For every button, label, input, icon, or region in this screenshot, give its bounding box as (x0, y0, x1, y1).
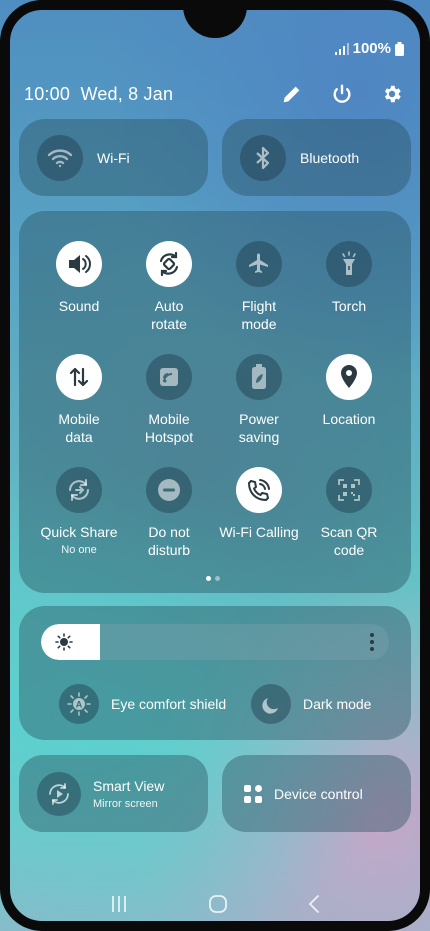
moon-icon (251, 684, 291, 724)
auto-rotate-icon (146, 241, 192, 287)
recent-apps-icon[interactable] (109, 895, 129, 913)
tile-mobile-data[interactable]: Mobile data (30, 354, 128, 446)
quick-settings-grid: Sound Auto rotate Flight mode Torch Mobi… (19, 211, 411, 593)
battery-percent: 100% (352, 40, 391, 57)
edit-icon[interactable] (280, 82, 304, 106)
device-control-icon (244, 784, 262, 803)
tile-do-not-disturb-label: Do not disturb (147, 524, 191, 558)
signal-icon (334, 42, 349, 55)
back-icon[interactable] (307, 894, 321, 914)
tile-sound[interactable]: Sound (30, 241, 128, 315)
page-dot-2 (215, 576, 220, 581)
tile-sound-label: Sound (58, 298, 100, 314)
tile-mobile-hotspot[interactable]: Mobile Hotspot (120, 354, 218, 446)
status-bar: 100% (334, 40, 404, 57)
smart-view-subtitle: Mirror screen (93, 797, 158, 810)
device-control-button[interactable]: Device control (222, 755, 411, 832)
power-icon[interactable] (330, 82, 354, 106)
bluetooth-toggle[interactable]: Bluetooth (222, 119, 411, 196)
eye-comfort-toggle[interactable]: A Eye comfort shield (59, 684, 226, 724)
more-options-icon[interactable] (369, 632, 375, 652)
qr-scan-icon (326, 467, 372, 513)
tile-torch-label: Torch (331, 298, 367, 314)
wifi-calling-icon (236, 467, 282, 513)
smart-view-icon (37, 771, 81, 816)
hotspot-icon (146, 354, 192, 400)
tile-flight-mode[interactable]: Flight mode (210, 241, 308, 333)
tile-wifi-calling-label: Wi-Fi Calling (219, 524, 299, 540)
eye-comfort-label: Eye comfort shield (111, 696, 227, 712)
brightness-panel: A Eye comfort shield Dark mode (19, 606, 411, 740)
battery-icon (395, 41, 404, 56)
do-not-disturb-icon (146, 467, 192, 513)
tile-auto-rotate-label: Auto rotate (151, 298, 187, 332)
wifi-toggle[interactable]: Wi-Fi (19, 119, 208, 196)
tile-power-saving[interactable]: Power saving (210, 354, 308, 446)
tile-location-label: Location (322, 411, 376, 427)
wifi-label: Wi-Fi (97, 149, 130, 166)
tile-quick-share-sub: No one (61, 544, 97, 556)
smart-view-button[interactable]: Smart View Mirror screen (19, 755, 208, 832)
airplane-icon (236, 241, 282, 287)
page-indicator (206, 576, 220, 581)
wifi-icon (37, 134, 83, 181)
location-pin-icon (326, 354, 372, 400)
sound-icon (56, 241, 102, 287)
tile-mobile-data-label: Mobile data (58, 411, 100, 445)
battery-leaf-icon (236, 354, 282, 400)
camera-notch (183, 0, 247, 38)
dark-mode-toggle[interactable]: Dark mode (251, 684, 371, 724)
tile-quick-share-label: Quick Share (40, 524, 118, 540)
tile-scan-qr-label: Scan QR code (320, 524, 378, 558)
brightness-slider[interactable] (41, 624, 389, 660)
eye-comfort-icon: A (59, 684, 99, 724)
bluetooth-label: Bluetooth (300, 149, 360, 166)
svg-text:A: A (76, 700, 83, 710)
header-row: 10:00 Wed, 8 Jan (24, 80, 404, 108)
brightness-sun-icon (55, 633, 73, 651)
tile-torch[interactable]: Torch (300, 241, 398, 315)
tile-wifi-calling[interactable]: Wi-Fi Calling (210, 467, 308, 541)
tile-quick-share[interactable]: Quick Share No one (30, 467, 128, 557)
tile-do-not-disturb[interactable]: Do not disturb (120, 467, 218, 559)
home-icon[interactable] (208, 894, 228, 914)
quick-share-icon (56, 467, 102, 513)
page-dot-1 (206, 576, 211, 581)
device-control-label: Device control (274, 785, 363, 802)
tile-mobile-hotspot-label: Mobile Hotspot (144, 411, 194, 445)
smart-view-title: Smart View (93, 777, 165, 794)
mobile-data-icon (56, 354, 102, 400)
tile-flight-mode-label: Flight mode (241, 298, 277, 332)
navigation-bar (0, 886, 430, 922)
clock-date-text: Wed, 8 Jan (80, 83, 174, 104)
tile-auto-rotate[interactable]: Auto rotate (120, 241, 218, 333)
settings-gear-icon[interactable] (380, 82, 404, 106)
clock-time: 10:00 (24, 83, 71, 104)
dark-mode-label: Dark mode (303, 696, 372, 712)
clock-date: 10:00 Wed, 8 Jan (24, 84, 173, 105)
tile-power-saving-label: Power saving (238, 411, 280, 445)
tile-location[interactable]: Location (300, 354, 398, 428)
bluetooth-icon (240, 134, 286, 181)
tile-scan-qr[interactable]: Scan QR code (300, 467, 398, 559)
torch-icon (326, 241, 372, 287)
